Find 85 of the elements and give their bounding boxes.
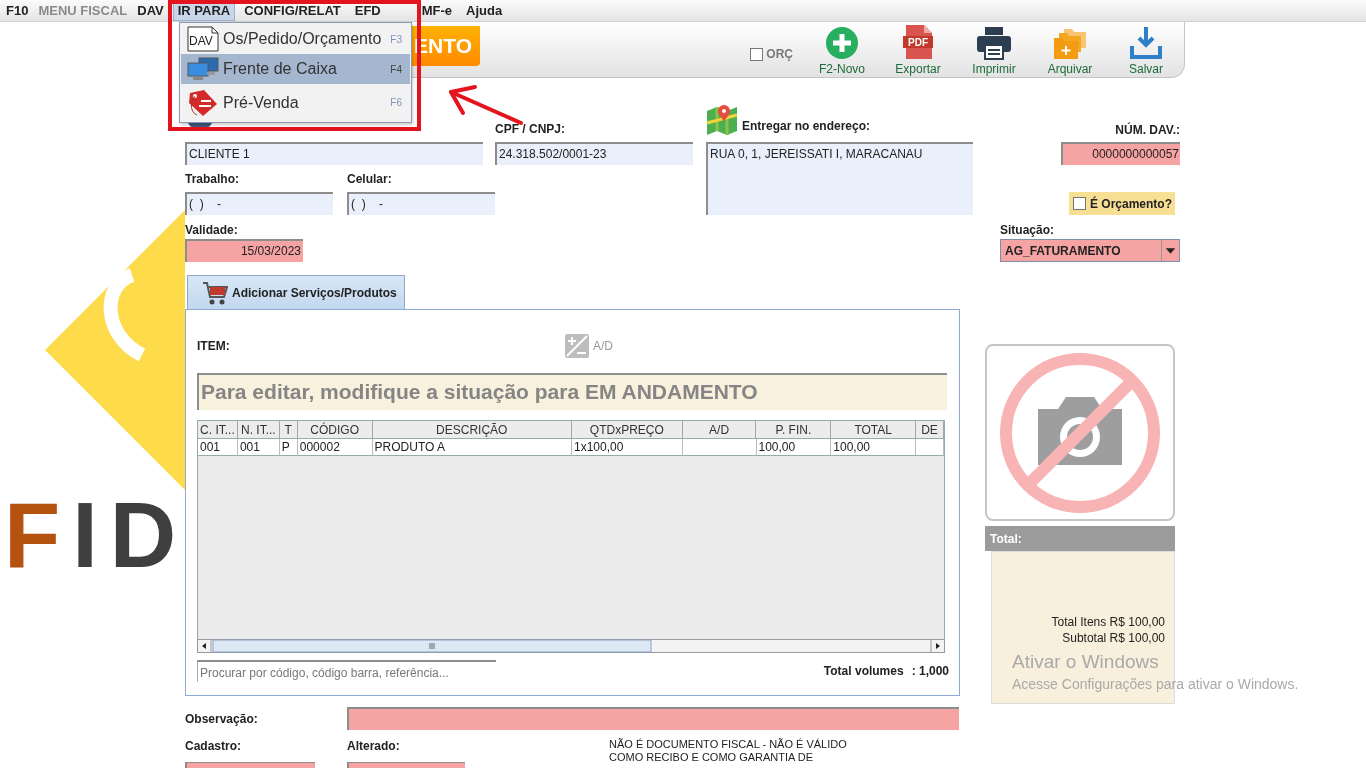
map-pin-icon	[706, 105, 738, 135]
field-label: Trabalho:	[185, 172, 240, 188]
menu-item[interactable]: F10	[1, 0, 34, 21]
column-header[interactable]: CÓDIGO	[297, 421, 373, 439]
column-header[interactable]: P. FIN.	[756, 421, 832, 439]
field-label: CPF / CNPJ:	[495, 122, 566, 138]
total-line: Subtotal R$ 100,00	[1061, 630, 1165, 646]
toolbar-button[interactable]: PDF Exportar	[880, 22, 956, 77]
tab[interactable]: Adicionar Serviços/Produtos	[187, 275, 405, 309]
notice-banner: Para editar, modifique a situação para EM ANDAMENTO	[197, 373, 947, 410]
disclaimer-text: NÃO É DOCUMENTO FISCAL - NÃO É VÁLIDO	[609, 738, 847, 751]
input-field[interactable]: ( ) -	[185, 192, 333, 215]
search-field[interactable]: Procurar por código, código barra, referência...	[197, 660, 496, 682]
add-icon	[825, 26, 859, 60]
field-label: Alterado:	[347, 738, 401, 755]
table-cell: 000002	[297, 439, 373, 456]
folders-icon	[1053, 28, 1087, 60]
checkbox-option[interactable]: É Orçamento?	[1069, 192, 1175, 215]
disclaimer-text: COMO RECIBO E COMO GARANTIA DE	[609, 751, 815, 764]
field-label: Cadastro:	[185, 738, 242, 755]
status-dropdown[interactable]: AG_FATURAMENTO	[1000, 239, 1180, 262]
computers-icon	[187, 57, 219, 81]
field-label: Validade:	[185, 223, 239, 239]
checkbox[interactable]	[1073, 197, 1086, 210]
item-label: ITEM:	[197, 339, 231, 353]
menu-item[interactable]: Pré-Venda F6	[181, 84, 410, 121]
total-volumes-value: : 1,000	[911, 664, 949, 678]
field-label: Observação:	[185, 711, 259, 726]
input-field[interactable]	[185, 762, 315, 768]
checkbox[interactable]	[750, 47, 764, 61]
table-cell: 001	[198, 439, 238, 456]
input-field[interactable]	[347, 707, 959, 730]
document-icon: DAV	[187, 26, 219, 52]
logo-text: FID	[4, 485, 189, 585]
table-cell: 001	[237, 439, 280, 456]
field-label: Situação:	[1000, 223, 1055, 239]
menu-item[interactable]: Frente de Caixa F4	[181, 54, 410, 84]
column-header[interactable]: N. IT...	[237, 421, 280, 439]
input-field[interactable]: 15/03/2023	[185, 239, 303, 262]
toolbar-button[interactable]: Imprimir	[956, 22, 1032, 77]
input-field[interactable]: CLIENTE 1	[185, 142, 483, 165]
input-field[interactable]: ( ) -	[347, 192, 495, 215]
menu-item[interactable]: CONFIG/RELAT	[239, 0, 346, 21]
total-volumes-label: Total volumes	[823, 664, 904, 678]
plus-minus-icon	[565, 334, 589, 358]
column-header[interactable]: DE	[916, 421, 944, 439]
table-cell: PRODUTO A	[372, 439, 572, 456]
checkbox-label: É Orçamento?	[1090, 196, 1173, 211]
download-icon	[1129, 26, 1163, 60]
input-field[interactable]: 24.318.502/0001-23	[495, 142, 693, 165]
column-header[interactable]: QTDxPREÇO	[572, 421, 683, 439]
shortcut-label: F4	[390, 63, 402, 75]
field-label: Celular:	[347, 172, 393, 188]
toolbar-button[interactable]: F2-Novo	[804, 22, 880, 77]
caret-icon	[1161, 240, 1179, 261]
column-header[interactable]: A/D	[682, 421, 757, 439]
shortcut-label: F6	[390, 97, 402, 108]
totals-header: Total:	[985, 526, 1175, 551]
shortcut-label: F3	[390, 33, 402, 45]
table-cell: 100,00	[756, 439, 832, 456]
printer-icon	[976, 26, 1012, 60]
input-field[interactable]	[347, 762, 465, 768]
checkbox-label: ORÇ	[766, 47, 793, 61]
field-label: NÚM. DAV.:	[1115, 123, 1180, 139]
table-cell	[916, 439, 944, 456]
total-line: Total Itens R$ 100,00	[1050, 614, 1165, 630]
table-cell: 1x100,00	[572, 439, 683, 456]
toolbar-button[interactable]: Salvar	[1108, 22, 1184, 77]
activation-message: Acesse Configurações para ativar o Windows.	[1012, 675, 1299, 694]
column-header[interactable]: DESCRIÇÃO	[372, 421, 572, 439]
input-field[interactable]: 0000000000057	[1061, 142, 1180, 165]
table-cell: 100,00	[831, 439, 917, 456]
menu-item[interactable]: MF-e	[416, 0, 458, 21]
toolbar-button[interactable]: Arquivar	[1032, 22, 1108, 77]
text-area[interactable]: RUA 0, 1, JEREISSATI I, MARACANAU	[706, 142, 973, 215]
menu-item[interactable]: EFD	[349, 0, 386, 21]
menu-item[interactable]: DAV Os/Pedido/Orçamento F3	[181, 24, 410, 54]
no-photo-icon	[998, 350, 1162, 515]
field-label: Entregar no endereço:	[742, 119, 871, 135]
activation-title: Ativar o Windows	[1012, 650, 1160, 674]
scrollbar[interactable]	[197, 639, 945, 653]
menu-item[interactable]: Ajuda	[461, 0, 508, 21]
menu-item[interactable]: DAV	[132, 0, 169, 21]
column-header[interactable]: C. IT...	[198, 421, 238, 439]
column-header[interactable]: TOTAL	[831, 421, 917, 439]
